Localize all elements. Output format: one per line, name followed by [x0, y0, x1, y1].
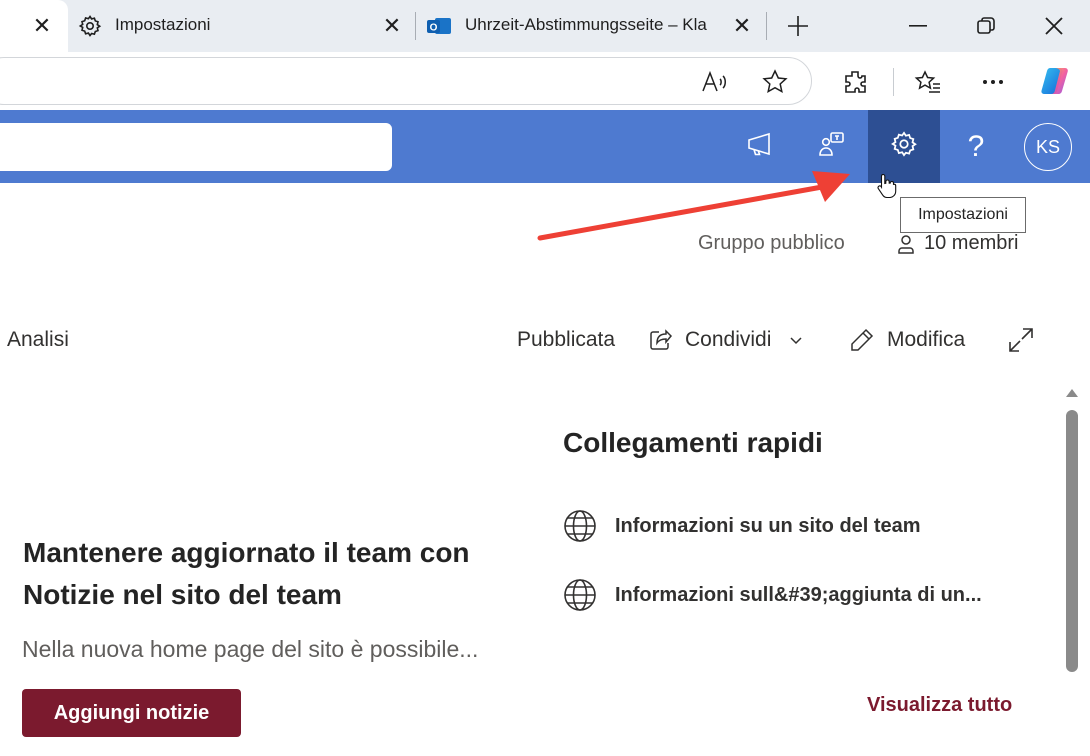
globe-icon [563, 509, 597, 543]
publish-status: Pubblicata [517, 328, 616, 351]
quick-link-item[interactable]: Informazioni sull&#39;aggiunta di un... [563, 577, 982, 613]
more-icon[interactable] [978, 68, 1008, 96]
browser-toolbar [0, 52, 1090, 110]
avatar[interactable]: KS [1024, 123, 1072, 171]
members-count[interactable]: 10 membri [924, 232, 1018, 255]
help-button[interactable]: ? [940, 110, 1012, 183]
analytics-link[interactable]: Analisi [7, 324, 69, 356]
quick-links-title: Collegamenti rapidi [563, 427, 823, 458]
see-all-link[interactable]: Visualizza tutto [867, 694, 1012, 717]
quick-link-label: Informazioni sull&#39;aggiunta di un... [615, 583, 982, 606]
gear-icon [890, 130, 918, 163]
share-button[interactable]: Condividi [649, 324, 803, 356]
hand-cursor-icon [877, 173, 897, 198]
browser-tab-current[interactable]: ✕ [0, 0, 68, 52]
scroll-up-arrow[interactable] [1064, 386, 1080, 400]
megaphone-icon [746, 131, 774, 162]
news-description: Nella nuova home page del sito è possibi… [22, 636, 479, 662]
toolbar-separator [893, 68, 894, 96]
chevron-down-icon[interactable] [789, 335, 803, 345]
close-icon[interactable]: ✕ [380, 13, 404, 38]
close-window-button[interactable] [1020, 0, 1088, 52]
browser-tab-strip: ✕ Impostazioni ✕ O Uhrzeit-Abstimmungsse… [0, 0, 1090, 52]
edit-label: Modifica [887, 328, 966, 351]
edit-button[interactable]: Modifica [849, 324, 965, 356]
new-tab-button[interactable] [764, 0, 832, 52]
browser-tab-outlook[interactable]: O Uhrzeit-Abstimmungsseite – Kla ✕ [416, 0, 766, 52]
tab-title: Impostazioni [115, 15, 211, 34]
settings-tooltip: Impostazioni [900, 197, 1026, 233]
minimize-button[interactable] [884, 0, 952, 52]
news-title: Mantenere aggiornato il team con Notizie… [23, 537, 470, 610]
pencil-icon [849, 327, 875, 353]
favorites-icon[interactable] [913, 68, 943, 96]
teams-icon [818, 130, 846, 163]
read-aloud-icon[interactable] [700, 69, 730, 95]
quick-link-item[interactable]: Informazioni su un sito del team [563, 508, 921, 544]
gear-icon [78, 14, 102, 43]
browser-tab-settings[interactable]: Impostazioni ✕ [68, 0, 414, 52]
restore-button[interactable] [952, 0, 1020, 52]
address-bar[interactable] [0, 57, 812, 105]
person-icon [896, 234, 916, 259]
favorite-star-icon[interactable] [760, 68, 790, 96]
globe-icon [563, 578, 597, 612]
expand-icon[interactable] [1008, 327, 1034, 358]
svg-text:O: O [430, 23, 438, 34]
share-icon [649, 329, 673, 351]
copilot-icon[interactable] [1037, 64, 1073, 98]
add-news-button[interactable]: Aggiungi notizie [22, 689, 241, 737]
outlook-icon: O [426, 14, 452, 43]
close-icon[interactable]: ✕ [730, 13, 754, 38]
annotation-arrow [537, 171, 850, 241]
extensions-icon[interactable] [840, 68, 870, 96]
search-input[interactable] [0, 123, 392, 171]
help-icon: ? [967, 129, 985, 163]
scrollbar-thumb[interactable] [1066, 410, 1078, 672]
tab-title: Uhrzeit-Abstimmungsseite – Kla [465, 15, 707, 34]
quick-link-label: Informazioni su un sito del team [615, 514, 921, 537]
share-label: Condividi [685, 328, 772, 351]
close-icon[interactable]: ✕ [30, 13, 54, 38]
